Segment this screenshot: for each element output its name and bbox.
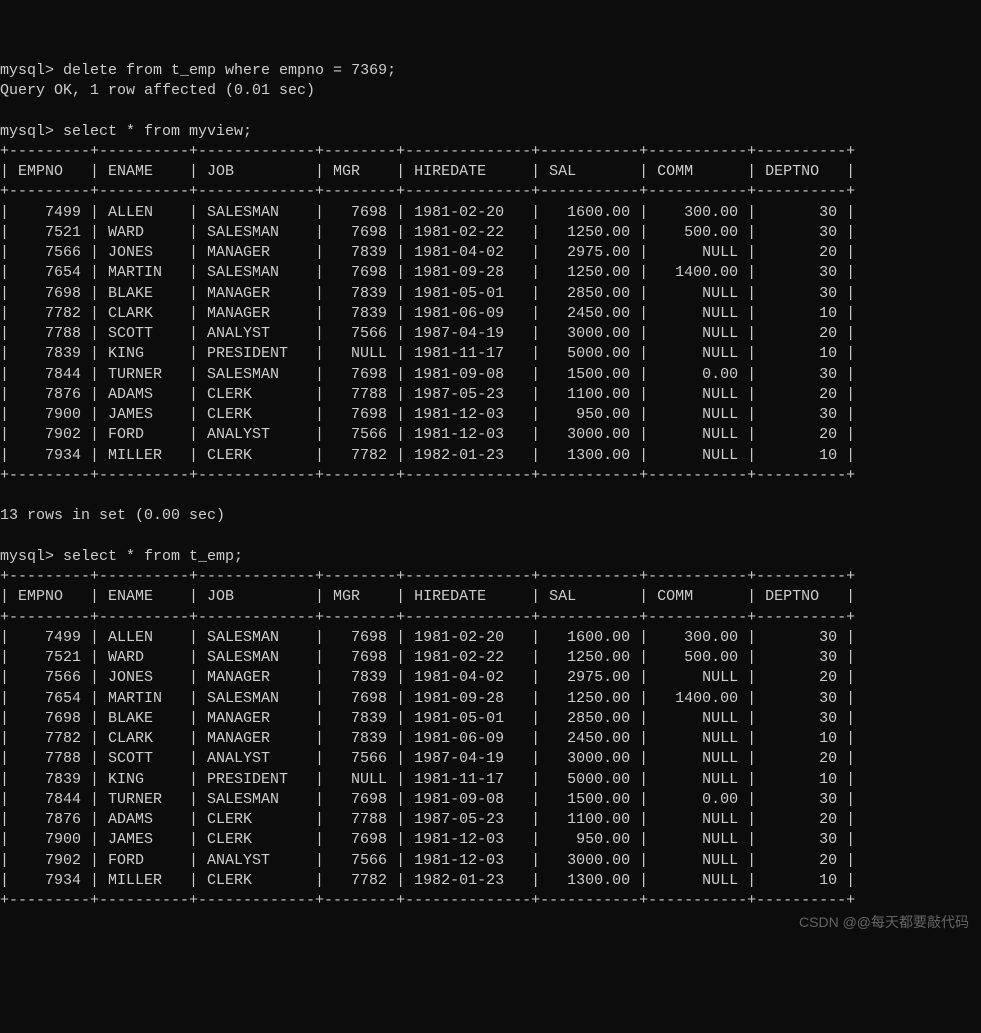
- command-select-view: select * from myview;: [63, 123, 252, 140]
- table-myview: +---------+----------+-------------+----…: [0, 143, 855, 484]
- terminal-output[interactable]: mysql> delete from t_emp where empno = 7…: [0, 61, 981, 912]
- command-select-temp: select * from t_emp;: [63, 548, 243, 565]
- prompt: mysql>: [0, 62, 63, 79]
- prompt: mysql>: [0, 548, 63, 565]
- prompt: mysql>: [0, 123, 63, 140]
- rows-in-set: 13 rows in set (0.00 sec): [0, 507, 225, 524]
- query-result: Query OK, 1 row affected (0.01 sec): [0, 82, 315, 99]
- table-t-emp: +---------+----------+-------------+----…: [0, 568, 855, 909]
- watermark: CSDN @@每天都要敲代码: [799, 913, 969, 932]
- command-delete: delete from t_emp where empno = 7369;: [63, 62, 396, 79]
